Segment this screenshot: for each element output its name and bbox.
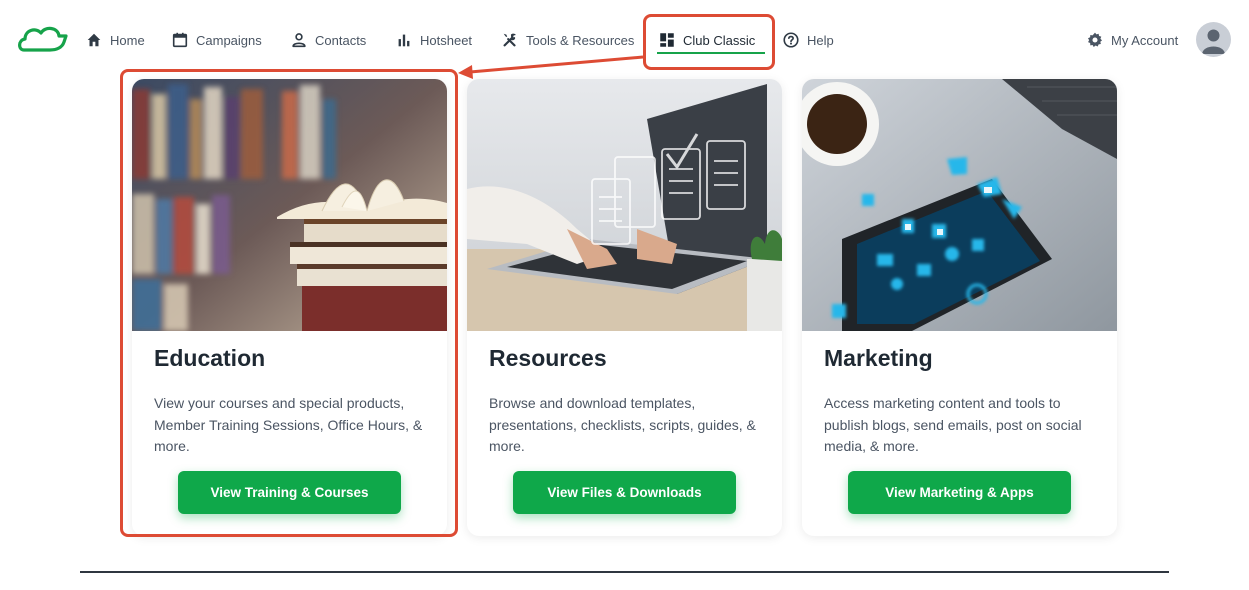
nav-contacts-label: Contacts: [315, 32, 367, 48]
active-tab-underline: [657, 52, 765, 54]
calendar-icon: [170, 30, 190, 50]
nav-help[interactable]: Help: [781, 27, 834, 53]
card-title: Education: [154, 345, 266, 371]
nav-campaigns[interactable]: Campaigns: [170, 27, 262, 53]
nav-home[interactable]: Home: [84, 27, 145, 53]
nav-contacts[interactable]: Contacts: [289, 27, 366, 53]
nav-campaigns-label: Campaigns: [196, 32, 262, 48]
card-title: Resources: [489, 345, 607, 371]
nav-hotsheet-label: Hotsheet: [420, 32, 473, 48]
card-marketing: Marketing Access marketing content and t…: [802, 79, 1117, 536]
tablet-social-icons-photo: [802, 79, 1117, 331]
help-icon: [781, 30, 801, 50]
my-account-link[interactable]: My Account: [1085, 27, 1178, 53]
view-training-courses-button[interactable]: View Training & Courses: [178, 471, 401, 514]
nav-help-label: Help: [807, 32, 834, 48]
my-account-label: My Account: [1111, 32, 1179, 48]
laptop-checklist-photo: [467, 79, 782, 331]
view-marketing-apps-button[interactable]: View Marketing & Apps: [848, 471, 1071, 514]
card-title: Marketing: [824, 345, 933, 371]
card-description: Browse and download templates, presentat…: [489, 395, 756, 454]
nav-club-classic[interactable]: Club Classic: [657, 27, 755, 53]
bar-chart-icon: [394, 30, 414, 50]
person-icon: [289, 30, 309, 50]
tools-icon: [500, 30, 520, 50]
nav-club-classic-label: Club Classic: [683, 32, 756, 48]
home-icon: [84, 30, 104, 50]
card-education: Education View your courses and special …: [132, 79, 447, 536]
books-on-shelf-photo: [132, 79, 447, 331]
card-description: View your courses and special products, …: [154, 395, 423, 454]
avatar[interactable]: [1196, 22, 1231, 57]
nav-hotsheet[interactable]: Hotsheet: [394, 27, 472, 53]
top-nav: Home Campaigns Contacts Hotsheet Tools &…: [0, 0, 1249, 80]
footer-divider: [80, 571, 1169, 573]
cloud-logo-icon[interactable]: [16, 20, 68, 58]
nav-tools-resources[interactable]: Tools & Resources: [500, 27, 634, 53]
nav-home-label: Home: [110, 32, 145, 48]
card-description: Access marketing content and tools to pu…: [824, 395, 1082, 454]
gear-icon: [1085, 30, 1105, 50]
user-avatar-icon: [1202, 29, 1225, 54]
dashboard-icon: [657, 30, 677, 50]
card-resources: Resources Browse and download templates,…: [467, 79, 782, 536]
nav-tools-resources-label: Tools & Resources: [526, 32, 635, 48]
view-files-downloads-button[interactable]: View Files & Downloads: [513, 471, 736, 514]
